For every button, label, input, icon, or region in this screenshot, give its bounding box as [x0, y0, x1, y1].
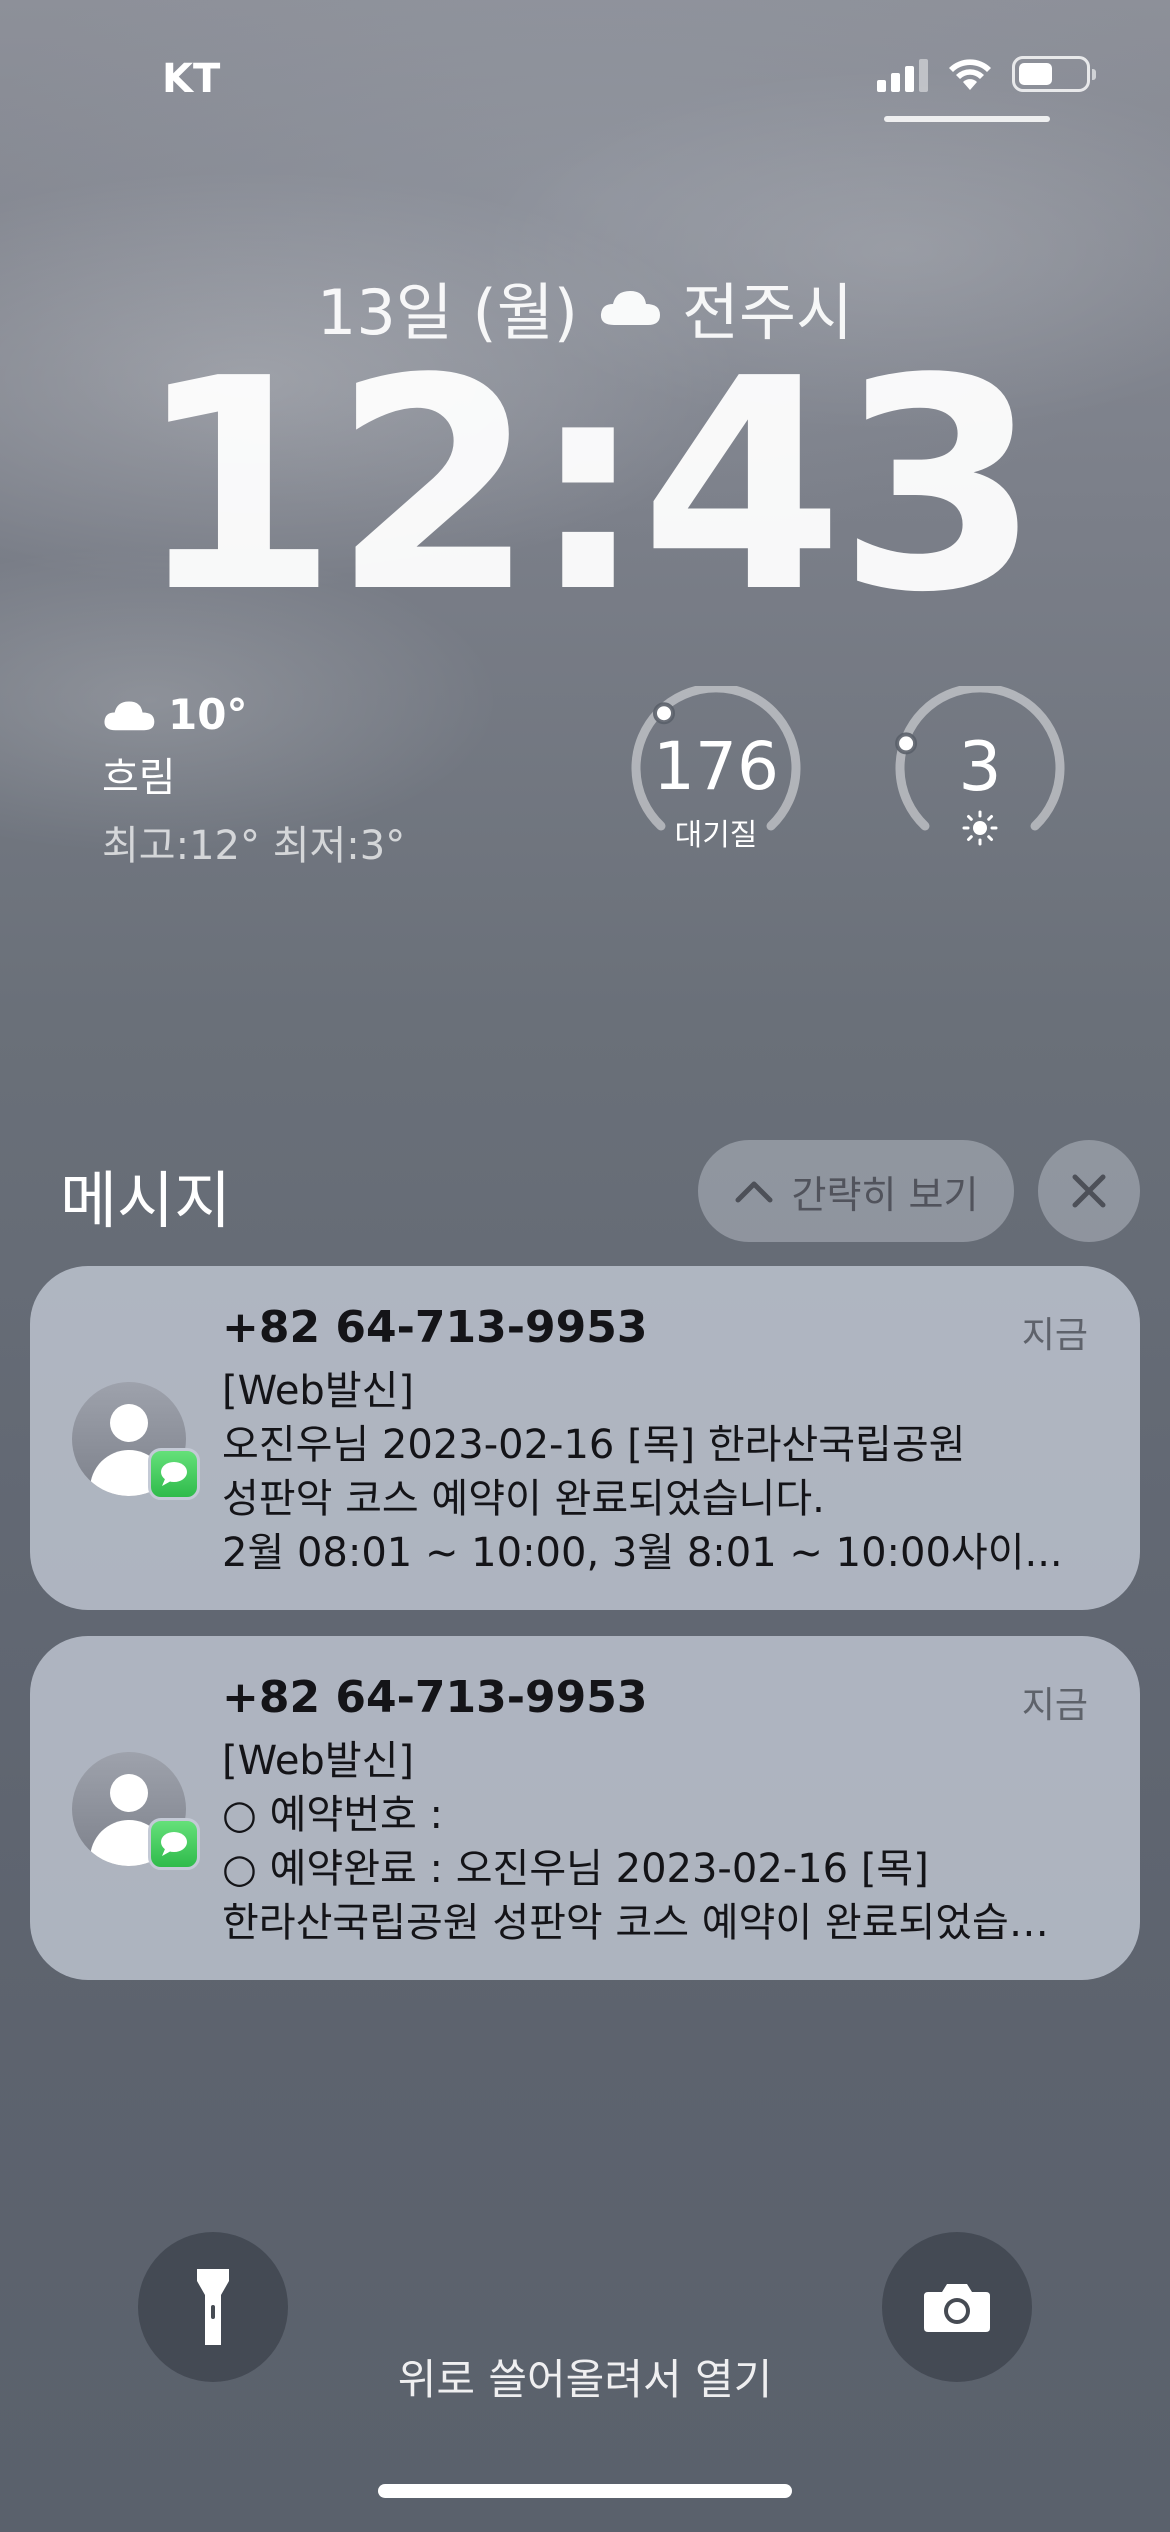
- home-indicator[interactable]: [378, 2484, 792, 2498]
- notification-line: ○ 예약번호 :: [222, 1792, 444, 1838]
- battery-icon: [1012, 56, 1096, 92]
- notification-line: 2월 08:01 ~ 10:00, 3월 8:01 ~ 10:00사이...: [222, 1530, 1063, 1576]
- air-quality-label: 대기질: [674, 818, 758, 853]
- camera-icon: [924, 2284, 990, 2332]
- control-center-indicator[interactable]: [884, 116, 1050, 122]
- weather-condition: 흐림: [102, 755, 176, 801]
- air-quality-value: 176: [653, 728, 779, 805]
- notification-line: ○ 예약완료 : 오진우님 2023-02-16 [목]: [222, 1846, 929, 1892]
- sun-icon: [962, 810, 998, 846]
- flashlight-icon: [197, 2269, 229, 2345]
- notification-card[interactable]: +82 64-713-9953 지금 [Web발신] ○ 예약번호 : ○ 예약…: [30, 1636, 1140, 1980]
- clock: 12:43: [135, 316, 1040, 656]
- close-icon: [1072, 1174, 1106, 1208]
- notification-line: [Web발신]: [222, 1368, 415, 1414]
- notification-time: 지금: [1021, 1685, 1088, 1726]
- notification-line: 한라산국립공원 성판악 코스 예약이 완료되었습…: [222, 1900, 1049, 1946]
- chevron-up-icon: [735, 1181, 773, 1203]
- messages-app-icon: [148, 1818, 200, 1870]
- uv-index-value: 3: [958, 728, 1002, 807]
- wifi-icon: [949, 59, 991, 90]
- cellular-signal-icon: [877, 56, 928, 92]
- notification-line: 오진우님 2023-02-16 [목] 한라산국립공원: [222, 1422, 966, 1468]
- notification-group-title: 메시지: [60, 1164, 232, 1237]
- swipe-up-hint: 위로 쓸어올려서 열기: [397, 2355, 773, 2404]
- current-temp: 10°: [168, 690, 248, 739]
- notification-card[interactable]: +82 64-713-9953 지금 [Web발신] 오진우님 2023-02-…: [30, 1266, 1140, 1610]
- weather-widget[interactable]: 10° 흐림 최고:12° 최저:3°: [102, 690, 502, 871]
- carrier-name: KT: [162, 56, 221, 102]
- messages-app-icon: [148, 1448, 200, 1500]
- hi-lo-temp: 최고:12° 최저:3°: [102, 823, 406, 869]
- notification-sender: +82 64-713-9953: [222, 1302, 648, 1353]
- uv-index-widget[interactable]: 3: [892, 686, 1068, 862]
- notification-line: [Web발신]: [222, 1738, 415, 1784]
- air-quality-widget[interactable]: 176 대기질: [628, 686, 804, 862]
- notification-sender: +82 64-713-9953: [222, 1672, 648, 1723]
- show-less-button[interactable]: 간략히 보기: [698, 1140, 1014, 1242]
- show-less-label: 간략히 보기: [791, 1172, 979, 1217]
- status-icons: [877, 56, 1096, 92]
- clear-notifications-button[interactable]: [1038, 1140, 1140, 1242]
- status-bar: KT: [0, 0, 1170, 140]
- cloud-icon: [104, 701, 155, 730]
- notification-line: 성판악 코스 예약이 완료되었습니다.: [222, 1476, 825, 1522]
- notification-time: 지금: [1021, 1315, 1088, 1356]
